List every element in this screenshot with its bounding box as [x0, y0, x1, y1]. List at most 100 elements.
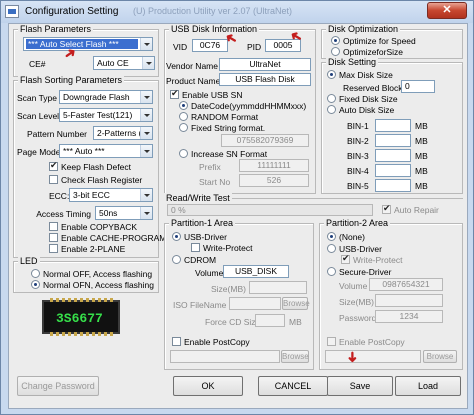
p1-browse-button[interactable]: Browse: [282, 297, 310, 310]
access-timing-select[interactable]: 50ns: [95, 206, 153, 220]
auto-size-label: Auto Disk Size: [339, 105, 395, 115]
chevron-down-icon: [140, 127, 152, 139]
p1-cdrom-radio[interactable]: [172, 255, 181, 264]
access-timing-value: 50ns: [99, 208, 118, 218]
bin-input[interactable]: [375, 149, 411, 162]
check-register-label: Check Flash Register: [61, 175, 143, 185]
led-normal-off-label: Normal OFF, Access flashing: [43, 269, 153, 279]
p1-force-cd-label: Force CD Size: [205, 317, 261, 327]
led-normal-on-radio[interactable]: [31, 280, 40, 289]
ecc-select[interactable]: 3-bit ECC: [69, 188, 153, 202]
group-title: Disk Setting: [326, 57, 379, 67]
chevron-down-icon: [140, 38, 152, 50]
p2-password-input[interactable]: 1234: [375, 310, 443, 323]
bin-input[interactable]: [375, 179, 411, 192]
cache-program-checkbox[interactable]: [49, 233, 58, 242]
pid-label: PID: [247, 42, 262, 52]
fixed-string-input[interactable]: 075582079369: [221, 134, 309, 147]
product-input[interactable]: USB Flash Disk: [219, 73, 311, 86]
close-button[interactable]: ✕: [427, 2, 467, 19]
ce-select[interactable]: Auto CE: [93, 56, 155, 70]
p2-secure-radio[interactable]: [327, 267, 336, 276]
datecode-radio[interactable]: [179, 101, 188, 110]
prefix-input[interactable]: 11111111: [239, 159, 309, 172]
scan-type-label: Scan Type: [17, 93, 58, 103]
p1-mb-label: MB: [289, 317, 302, 327]
p1-postcopy-checkbox[interactable]: [172, 337, 181, 346]
p1-postcopy-input[interactable]: [170, 350, 280, 363]
annotation-arrow-icon: ➜: [344, 351, 361, 363]
auto-repair-checkbox[interactable]: [382, 203, 391, 214]
p1-size-label: Size(MB): [211, 284, 246, 294]
bin-input[interactable]: [375, 134, 411, 147]
max-size-radio[interactable]: [327, 70, 336, 79]
bin-input[interactable]: [375, 119, 411, 132]
p2-usb-driver-radio[interactable]: [327, 244, 336, 253]
auto-size-radio[interactable]: [327, 105, 336, 114]
p1-iso-input[interactable]: [229, 297, 281, 310]
change-password-button[interactable]: Change Password: [17, 376, 99, 396]
scan-type-select[interactable]: Downgrade Flash: [59, 90, 153, 104]
p1-postcopy-browse-button[interactable]: Browse: [281, 350, 309, 363]
copyback-checkbox[interactable]: [49, 222, 58, 231]
fixed-size-radio[interactable]: [327, 94, 336, 103]
window-title: Configuration Setting: [25, 6, 119, 17]
chevron-down-icon: [140, 145, 152, 157]
led-normal-off-radio[interactable]: [31, 269, 40, 278]
group-title: Flash Sorting Parameters: [18, 75, 125, 85]
vendor-input[interactable]: UltraNet: [219, 58, 311, 71]
ecc-label: ECC:: [49, 191, 70, 201]
p1-size-input[interactable]: [249, 281, 307, 294]
enable-sn-checkbox[interactable]: [170, 88, 179, 99]
fixed-string-label: Fixed String format.: [191, 123, 266, 133]
p2-write-protect-checkbox[interactable]: [341, 253, 350, 264]
save-button[interactable]: Save: [327, 376, 393, 396]
scan-level-select[interactable]: 5-Faster Test(121): [59, 108, 153, 122]
window-subtitle: (U) Production Utility ver 2.07 (UltraNe…: [133, 6, 293, 16]
p2-none-radio[interactable]: [327, 232, 336, 241]
p1-force-cd-input[interactable]: [255, 314, 285, 327]
flash-type-select[interactable]: *** Auto Select Flash ***: [23, 37, 153, 51]
progress-text: 0 %: [171, 205, 186, 215]
bin-unit: MB: [415, 121, 428, 131]
pattern-label: Pattern Number: [27, 129, 87, 139]
bin-label: BIN-3: [347, 151, 369, 161]
load-button[interactable]: Load: [395, 376, 461, 396]
increase-sn-radio[interactable]: [179, 149, 188, 158]
reserved-input[interactable]: 0: [401, 80, 435, 93]
start-no-input[interactable]: 526: [239, 174, 309, 187]
p2-secure-label: Secure-Driver: [339, 267, 392, 277]
bin-label: BIN-4: [347, 166, 369, 176]
keep-defect-checkbox[interactable]: [49, 160, 58, 171]
chip-pins-top: [50, 298, 116, 302]
p2-password-label: Password: [339, 313, 377, 323]
two-plane-checkbox[interactable]: [49, 244, 58, 253]
fixed-string-radio[interactable]: [179, 123, 188, 132]
datecode-label: DateCode(yymmddHHMMxxx): [191, 101, 307, 111]
chip-pins-bottom: [50, 332, 116, 336]
page-mode-label: Page Mode: [17, 147, 61, 157]
chevron-down-icon: [142, 57, 154, 69]
p2-postcopy-input[interactable]: [325, 350, 421, 363]
bin-input[interactable]: [375, 164, 411, 177]
p1-write-protect-checkbox[interactable]: [191, 243, 200, 252]
check-register-checkbox[interactable]: [49, 175, 58, 184]
random-radio[interactable]: [179, 112, 188, 121]
page-mode-select[interactable]: *** Auto ***: [59, 144, 153, 158]
cancel-button[interactable]: CANCEL: [258, 376, 328, 396]
bin-label: BIN-2: [347, 136, 369, 146]
p2-size-input[interactable]: [375, 294, 443, 307]
enable-sn-label: Enable USB SN: [182, 90, 243, 100]
pattern-select[interactable]: 2-Patterns (*): [93, 126, 153, 140]
optimize-speed-radio[interactable]: [331, 36, 340, 45]
ok-button[interactable]: OK: [173, 376, 243, 396]
optimize-size-radio[interactable]: [331, 47, 340, 56]
p2-volume-input[interactable]: 0987654321: [369, 278, 443, 291]
max-size-label: Max Disk Size: [339, 70, 393, 80]
p1-usb-driver-label: USB-Driver: [184, 232, 227, 242]
p2-browse-button[interactable]: Browse: [423, 350, 457, 363]
p2-postcopy-label: Enable PostCopy: [339, 337, 405, 347]
p1-volume-input[interactable]: USB_DISK: [223, 265, 289, 278]
p1-usb-driver-radio[interactable]: [172, 232, 181, 241]
p2-postcopy-checkbox[interactable]: [327, 337, 336, 346]
